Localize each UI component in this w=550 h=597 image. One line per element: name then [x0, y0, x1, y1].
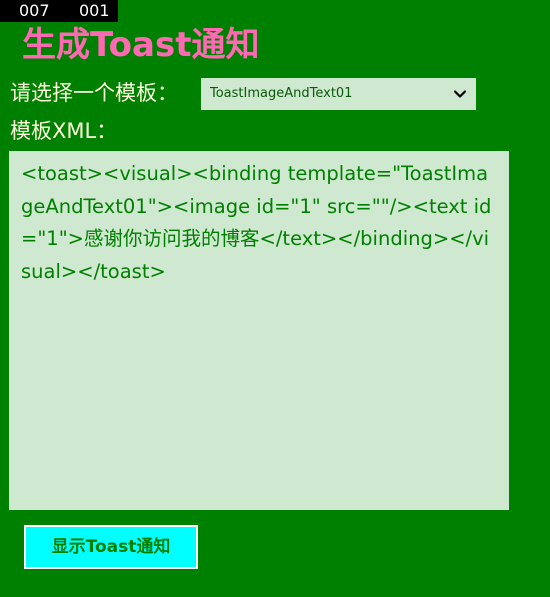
chevron-down-icon — [452, 86, 468, 102]
template-select-value: ToastImageAndText01 — [210, 86, 353, 101]
template-select-label: 请选择一个模板： — [10, 81, 178, 105]
template-select[interactable]: ToastImageAndText01 — [201, 78, 476, 110]
show-toast-button[interactable]: 显示Toast通知 — [24, 525, 198, 569]
template-xml-textbox[interactable]: <toast><visual><binding template="ToastI… — [9, 151, 509, 510]
frame-rate-counter: 007 001 — [0, 0, 118, 22]
template-xml-label: 模板XML： — [10, 119, 118, 143]
frame-counter-value-a: 007 — [19, 1, 50, 20]
page-title: 生成Toast通知 — [22, 25, 260, 65]
frame-counter-value-b: 001 — [79, 1, 110, 20]
